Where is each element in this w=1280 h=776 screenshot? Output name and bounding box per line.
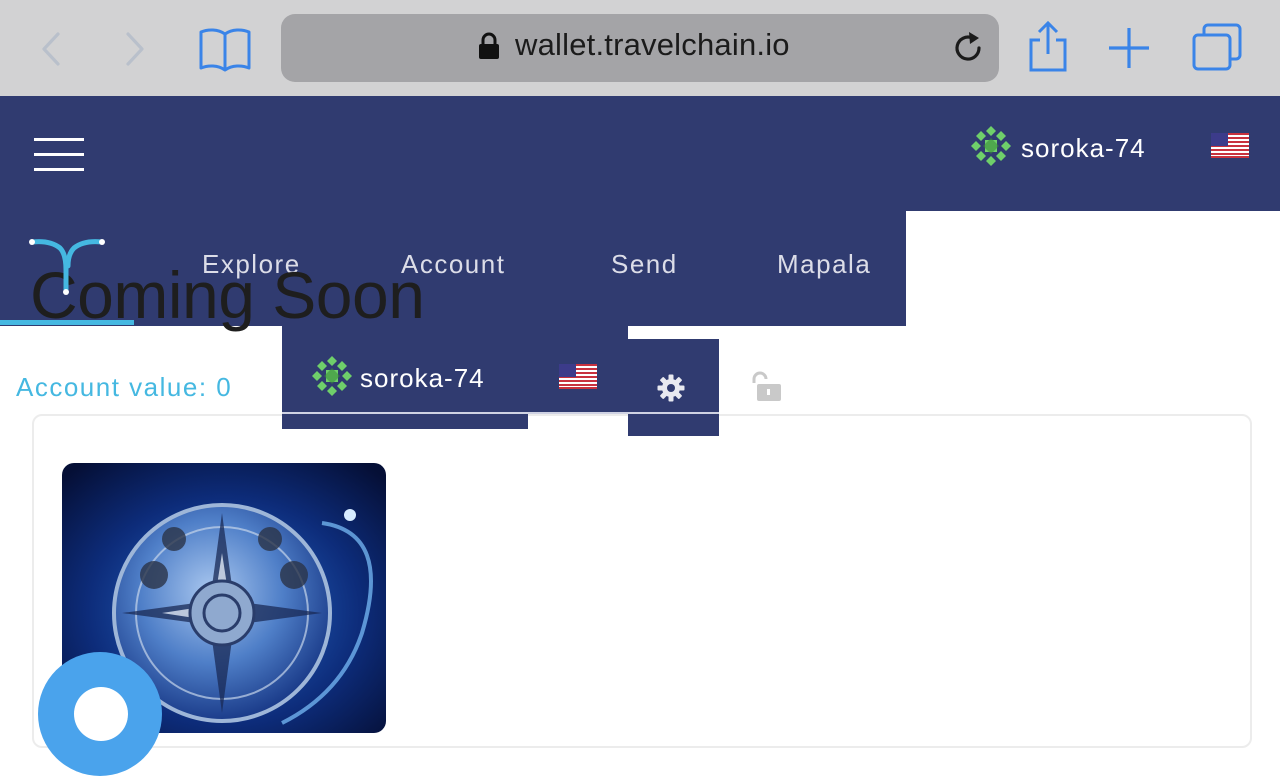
share-icon[interactable] [1026, 20, 1070, 74]
us-flag-icon[interactable] [1211, 133, 1249, 158]
account-value: Account value: 0 [16, 372, 233, 402]
dropdown-us-flag-icon[interactable] [559, 364, 597, 389]
forward-icon[interactable] [120, 30, 150, 68]
settings-gear-icon[interactable] [657, 374, 685, 402]
lock-icon [478, 32, 500, 60]
url-text: wallet.travelchain.io [515, 27, 790, 62]
user-avatar-icon[interactable] [971, 126, 1011, 166]
unlock-icon[interactable] [750, 370, 782, 402]
dropdown-avatar-icon[interactable] [312, 356, 352, 396]
new-tab-icon[interactable] [1106, 25, 1152, 71]
tabs-icon[interactable] [1190, 22, 1244, 72]
dropdown-panel-edge [282, 414, 528, 429]
fab-inner-circle [74, 687, 128, 741]
hamburger-menu-icon[interactable] [34, 136, 86, 174]
dropdown-panel-edge-right [628, 414, 719, 436]
back-icon[interactable] [36, 30, 66, 68]
nav-mapala[interactable]: Mapala [777, 249, 871, 280]
header-username[interactable]: soroka-74 [1021, 133, 1146, 164]
nav-send[interactable]: Send [611, 249, 678, 280]
travelchain-logo-icon[interactable] [26, 236, 108, 300]
bookmarks-icon[interactable] [198, 26, 252, 72]
reload-icon[interactable] [950, 30, 986, 66]
dropdown-username[interactable]: soroka-74 [360, 363, 485, 394]
dropdown-divider [282, 412, 719, 414]
